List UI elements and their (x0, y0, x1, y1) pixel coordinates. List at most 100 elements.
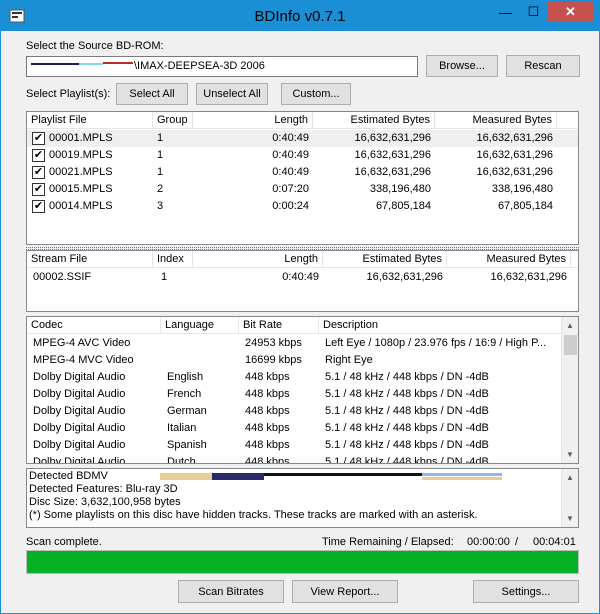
table-row[interactable]: ✔ 00021.MPLS 1 0:40:49 16,632,631,296 16,632,… (27, 164, 578, 181)
playlist-file: 00015.MPLS (49, 183, 113, 195)
table-row[interactable]: ✔ 00019.MPLS 1 0:40:49 16,632,631,296 16,632,… (27, 147, 578, 164)
column-header-language[interactable]: Language (161, 317, 239, 334)
info-scrollbar[interactable]: ▲ ▼ (561, 469, 578, 527)
column-header-measured-bytes[interactable]: Measured Bytes (435, 112, 557, 129)
unselect-all-button[interactable]: Unselect All (196, 83, 268, 105)
scroll-up-icon[interactable]: ▲ (562, 317, 578, 334)
scan-progress-bar (26, 550, 579, 574)
stream-list[interactable]: Stream File Index Length Estimated Bytes… (26, 250, 579, 312)
codec-bit-rate: 448 kbps (245, 388, 290, 400)
table-row[interactable]: Dolby Digital Audio French 448 kbps 5.1 / 4… (27, 386, 560, 403)
playlist-select-label: Select Playlist(s): (26, 88, 111, 100)
table-row[interactable]: Dolby Digital Audio Italian 448 kbps 5.1 / … (27, 420, 560, 437)
view-report-button[interactable]: View Report... (292, 580, 398, 603)
select-all-button[interactable]: Select All (116, 83, 188, 105)
playlist-list-header: Playlist File Group Length Estimated Byt… (27, 112, 578, 129)
time-elapsed: 00:04:01 (533, 536, 576, 548)
playlist-group: 1 (157, 166, 164, 178)
column-header-stream-file[interactable]: Stream File (27, 251, 153, 268)
column-header-length[interactable]: Length (193, 251, 323, 268)
info-box[interactable]: Detected BDMV Detected Features: Blu-ray… (26, 468, 579, 528)
source-path-field[interactable]: \IMAX-DEEPSEA-3D 2006 (26, 56, 418, 77)
playlist-file: 00001.MPLS (49, 132, 113, 144)
codec-name: Dolby Digital Audio (33, 405, 126, 417)
rescan-button[interactable]: Rescan (506, 55, 580, 77)
codec-description: Right Eye (325, 354, 373, 366)
column-header-index[interactable]: Index (153, 251, 193, 268)
stream-estimated-bytes: 16,632,631,296 (366, 271, 443, 283)
settings-button[interactable]: Settings... (473, 580, 579, 603)
info-line: (*) Some playlists on this disc have hid… (29, 509, 478, 521)
codec-bit-rate: 24953 kbps (245, 337, 302, 349)
codec-bit-rate: 16699 kbps (245, 354, 302, 366)
codec-language: Italian (167, 422, 197, 434)
scroll-down-icon[interactable]: ▼ (562, 446, 578, 463)
playlist-length: 0:40:49 (272, 149, 309, 161)
codec-list-header: Codec Language Bit Rate Description (27, 317, 562, 334)
stream-index: 1 (161, 271, 168, 283)
close-button[interactable]: ✕ (548, 2, 593, 22)
codec-language: French (167, 388, 202, 400)
column-header-codec[interactable]: Codec (27, 317, 161, 334)
playlist-checkbox[interactable]: ✔ (32, 200, 45, 213)
column-header-estimated-bytes[interactable]: Estimated Bytes (323, 251, 447, 268)
minimize-button[interactable]: — (492, 2, 519, 22)
disc-map-segment (160, 473, 212, 480)
title-bar[interactable]: BDInfo v0.7.1 — ☐ ✕ (1, 1, 599, 31)
table-row[interactable]: Dolby Digital Audio Spanish 448 kbps 5.1 / … (27, 437, 560, 454)
codec-language (167, 335, 239, 352)
playlist-file: 00021.MPLS (49, 166, 113, 178)
codec-description: 5.1 / 48 kHz / 448 kbps / DN -4dB (325, 439, 489, 451)
codec-list[interactable]: Codec Language Bit Rate Description MPEG… (26, 316, 579, 464)
playlist-list[interactable]: Playlist File Group Length Estimated Byt… (26, 111, 579, 245)
browse-button[interactable]: Browse... (426, 55, 498, 77)
scroll-up-icon[interactable]: ▲ (562, 469, 578, 486)
playlist-checkbox[interactable]: ✔ (32, 132, 45, 145)
column-header-estimated-bytes[interactable]: Estimated Bytes (313, 112, 435, 129)
table-row[interactable]: 00002.SSIF 1 0:40:49 16,632,631,296 16,632,6… (27, 269, 578, 286)
scroll-down-icon[interactable]: ▼ (562, 510, 578, 527)
main-panel: Select the Source BD-ROM: \IMAX-DEEPSEA-… (9, 31, 591, 607)
time-label: Time Remaining / Elapsed: (322, 536, 454, 548)
table-row[interactable]: Dolby Digital Audio English 448 kbps 5.1 / … (27, 369, 560, 386)
table-row[interactable]: MPEG-4 MVC Video 16699 kbps Right Eye (27, 352, 560, 369)
table-row[interactable]: MPEG-4 AVC Video 24953 kbps Left Eye / 108… (27, 335, 560, 352)
playlist-measured-bytes: 16,632,631,296 (476, 166, 553, 178)
codec-description: 5.1 / 48 kHz / 448 kbps / DN -4dB (325, 371, 489, 383)
column-header-description[interactable]: Description (319, 317, 562, 334)
path-redacted-bar (31, 63, 79, 65)
codec-bit-rate: 448 kbps (245, 405, 290, 417)
maximize-button[interactable]: ☐ (520, 2, 547, 22)
playlist-checkbox[interactable]: ✔ (32, 183, 45, 196)
playlist-measured-bytes: 338,196,480 (491, 183, 553, 195)
table-row[interactable]: ✔ 00015.MPLS 2 0:07:20 338,196,480 338,196,48… (27, 181, 578, 198)
table-row[interactable]: Dolby Digital Audio German 448 kbps 5.1 / 4… (27, 403, 560, 420)
table-row[interactable]: Dolby Digital Audio Dutch 448 kbps 5.1 / 48… (27, 454, 560, 463)
column-header-playlist-file[interactable]: Playlist File (27, 112, 153, 129)
column-header-measured-bytes[interactable]: Measured Bytes (447, 251, 571, 268)
playlist-estimated-bytes: 16,632,631,296 (354, 149, 431, 161)
codec-scrollbar[interactable]: ▲ ▼ (561, 317, 578, 463)
stream-list-header: Stream File Index Length Estimated Bytes… (27, 251, 578, 268)
source-path-text: \IMAX-DEEPSEA-3D 2006 (134, 60, 265, 72)
playlist-group: 3 (157, 200, 164, 212)
codec-bit-rate: 448 kbps (245, 439, 290, 451)
scan-bitrates-button[interactable]: Scan Bitrates (178, 580, 284, 603)
info-line: Disc Size: 3,632,100,958 bytes (29, 496, 181, 508)
column-header-bit-rate[interactable]: Bit Rate (239, 317, 319, 334)
table-row[interactable]: ✔ 00014.MPLS 3 0:00:24 67,805,184 67,805,184 (27, 198, 578, 215)
column-header-length[interactable]: Length (193, 112, 313, 129)
disc-map-segment (422, 477, 502, 480)
column-header-group[interactable]: Group (153, 112, 193, 129)
scroll-thumb[interactable] (564, 335, 577, 355)
playlist-measured-bytes: 67,805,184 (497, 200, 553, 212)
disc-map-segment (212, 473, 264, 480)
playlist-checkbox[interactable]: ✔ (32, 166, 45, 179)
playlist-checkbox[interactable]: ✔ (32, 149, 45, 162)
table-row[interactable]: ✔ 00001.MPLS 1 0:40:49 16,632,631,296 16,632,… (27, 130, 578, 147)
codec-description: Left Eye / 1080p / 23.976 fps / 16:9 / H… (325, 337, 547, 349)
playlist-group: 1 (157, 132, 164, 144)
info-line: Detected BDMV (29, 470, 108, 482)
custom-button[interactable]: Custom... (281, 83, 351, 105)
codec-name: Dolby Digital Audio (33, 388, 126, 400)
